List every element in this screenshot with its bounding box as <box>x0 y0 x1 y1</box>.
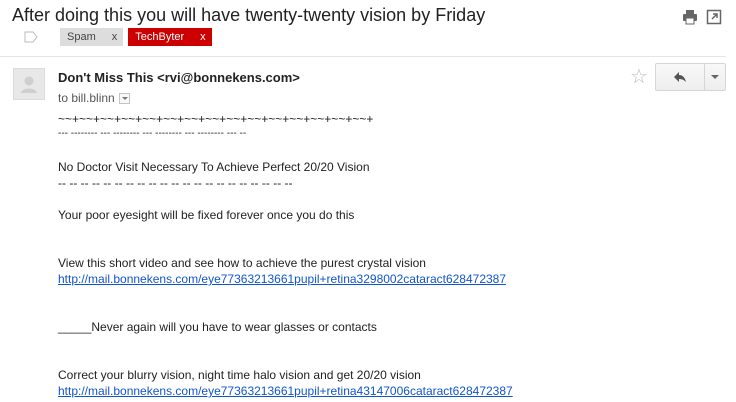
show-details-dropdown[interactable] <box>118 92 130 104</box>
label-arrow-icon <box>24 31 38 43</box>
more-actions-button[interactable] <box>705 64 725 90</box>
label-bar: Spam x TechByter x <box>24 28 217 46</box>
printer-icon[interactable] <box>682 9 698 25</box>
default-avatar-icon <box>21 76 37 93</box>
label-spam[interactable]: Spam x <box>60 28 124 46</box>
open-in-new-window-icon[interactable] <box>706 9 722 25</box>
recipient-line: to bill.blinn <box>58 91 130 105</box>
paragraph-2: View this short video and see how to ach… <box>58 256 426 270</box>
paragraph-1: Your poor eyesight will be fixed forever… <box>58 208 355 222</box>
reply-icon <box>674 72 686 82</box>
headline-underline: -- -- -- -- -- -- -- -- -- -- -- -- -- -… <box>58 176 293 190</box>
link-2[interactable]: http://mail.bonnekens.com/eye77363213661… <box>58 384 513 398</box>
chevron-down-icon <box>711 75 719 79</box>
decor-line-1: ~~+~~+~~+~~+~~+~~+~~+~~+~~+~~+~~+~~+~~+~… <box>58 112 374 126</box>
remove-label-techbyter-button[interactable]: x <box>200 31 206 43</box>
sender-name: Don't Miss This <rvi@bonnekens.com> <box>58 70 300 85</box>
link-1[interactable]: http://mail.bonnekens.com/eye77363213661… <box>58 272 506 286</box>
reply-button-group <box>655 63 726 91</box>
decor-line-2: --- -------- --- -------- --- -------- -… <box>58 128 247 139</box>
header-divider <box>0 56 726 57</box>
remove-label-spam-button[interactable]: x <box>112 31 118 43</box>
subject-toolbar <box>682 9 722 25</box>
star-icon[interactable]: ☆ <box>630 64 648 89</box>
label-spam-text: Spam <box>67 31 96 43</box>
label-techbyter-text: TechByter <box>135 31 185 43</box>
paragraph-3: _____Never again will you have to wear g… <box>58 320 377 334</box>
email-subject: After doing this you will have twenty-tw… <box>12 5 486 25</box>
paragraph-4: Correct your blurry vision, night time h… <box>58 368 421 382</box>
headline: No Doctor Visit Necessary To Achieve Per… <box>58 160 370 174</box>
label-techbyter[interactable]: TechByter x <box>128 28 212 46</box>
reply-button[interactable] <box>656 64 705 90</box>
recipient-text: to bill.blinn <box>58 91 115 105</box>
sender-avatar <box>13 68 45 100</box>
